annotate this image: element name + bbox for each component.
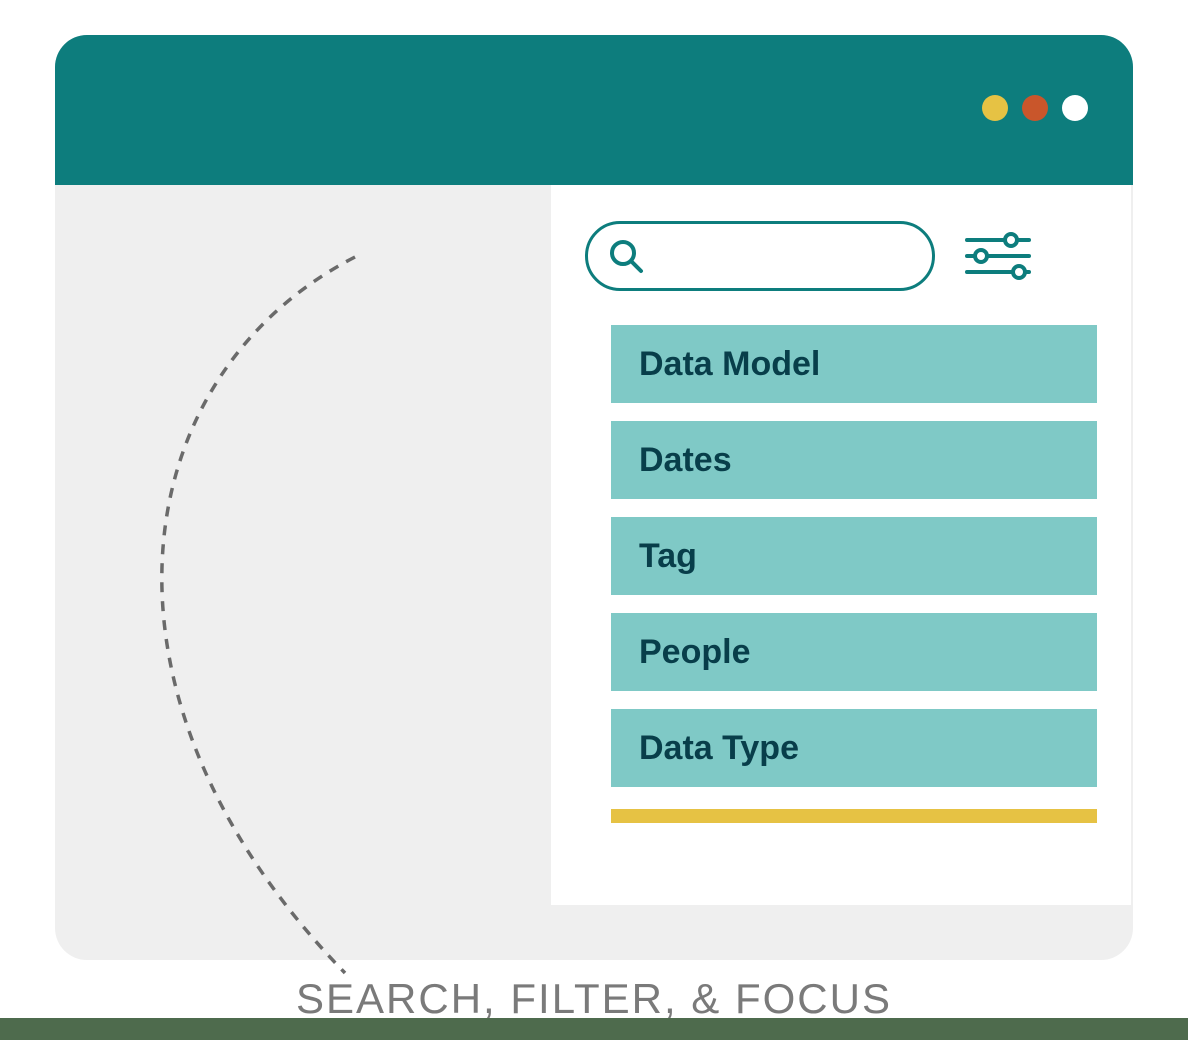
filter-item-label: Data Type — [639, 729, 799, 768]
app-window: Data Model Dates Tag People Data Type — [55, 35, 1133, 960]
search-input[interactable] — [646, 242, 914, 270]
footer-bar — [0, 1018, 1188, 1040]
filter-item-label: Dates — [639, 441, 732, 480]
window-maximize-button[interactable] — [1022, 95, 1048, 121]
search-input-container[interactable] — [585, 221, 935, 291]
filter-category-list: Data Model Dates Tag People Data Type — [585, 325, 1097, 787]
window-minimize-button[interactable] — [982, 95, 1008, 121]
search-icon — [606, 236, 646, 276]
filter-item-dates[interactable]: Dates — [611, 421, 1097, 499]
window-titlebar — [55, 35, 1133, 185]
sliders-icon — [963, 232, 1033, 280]
accent-divider — [611, 809, 1097, 823]
search-row — [585, 221, 1097, 291]
search-filter-panel: Data Model Dates Tag People Data Type — [551, 185, 1131, 905]
filter-item-data-model[interactable]: Data Model — [611, 325, 1097, 403]
window-close-button[interactable] — [1062, 95, 1088, 121]
filter-settings-button[interactable] — [963, 226, 1033, 286]
filter-item-label: Data Model — [639, 345, 820, 384]
filter-item-tag[interactable]: Tag — [611, 517, 1097, 595]
filter-item-data-type[interactable]: Data Type — [611, 709, 1097, 787]
filter-item-label: People — [639, 633, 750, 672]
window-controls — [982, 95, 1088, 121]
caption-text: SEARCH, FILTER, & FOCUS — [0, 975, 1188, 1023]
filter-item-label: Tag — [639, 537, 697, 576]
filter-item-people[interactable]: People — [611, 613, 1097, 691]
